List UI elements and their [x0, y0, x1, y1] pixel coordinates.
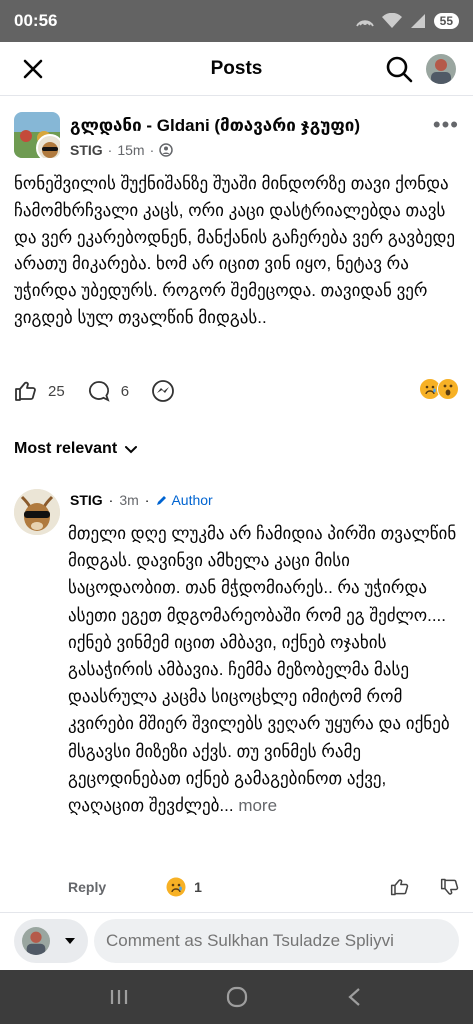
- wifi-icon: [381, 13, 402, 28]
- commenter-avatar[interactable]: [14, 489, 60, 535]
- group-privacy-icon: [159, 143, 173, 157]
- post-actions: 25 6: [14, 372, 459, 410]
- see-more-link[interactable]: more: [238, 796, 277, 815]
- comment-count: 6: [120, 382, 130, 400]
- comment-vote-buttons: [390, 877, 460, 897]
- author-badge: Author: [155, 492, 213, 508]
- back-icon[interactable]: [344, 986, 366, 1008]
- post-header: გლდანი - Gldani (მთავარი ჯგუფი) STIG · 1…: [14, 112, 459, 164]
- comment-reaction-summary[interactable]: 1: [166, 877, 202, 897]
- system-icons: 55: [355, 13, 459, 29]
- send-messenger-button[interactable]: [151, 379, 175, 403]
- post-author[interactable]: STIG: [70, 142, 103, 158]
- thumbs-down-icon[interactable]: [440, 877, 460, 897]
- post-time[interactable]: 15m: [117, 142, 144, 158]
- comment-reaction-count: 1: [194, 879, 202, 895]
- caret-down-icon: [65, 938, 75, 944]
- signal-icon: [410, 14, 425, 28]
- app-bar: Posts: [0, 42, 473, 96]
- account-switcher[interactable]: [14, 919, 88, 963]
- meta-separator: ·: [144, 492, 150, 508]
- more-options-icon[interactable]: •••: [433, 112, 459, 138]
- comment-author[interactable]: STIG: [70, 492, 103, 508]
- like-count: 25: [48, 382, 65, 400]
- thumbs-up-icon: [15, 381, 36, 401]
- composer-avatar: [22, 927, 50, 955]
- meta-separator: ·: [108, 492, 114, 508]
- comment-button[interactable]: 6: [87, 379, 129, 403]
- author-badge-label: Author: [171, 492, 213, 508]
- like-button[interactable]: 25: [14, 379, 65, 403]
- status-bar: 00:56 55: [0, 0, 473, 42]
- thumbs-up-icon[interactable]: [390, 877, 410, 897]
- post-meta: STIG · 15m ·: [70, 142, 173, 158]
- profile-avatar[interactable]: [426, 54, 456, 84]
- comment-header: STIG · 3m · Author: [70, 492, 213, 508]
- comment-bubble-icon: [88, 381, 110, 402]
- wow-reaction-icon: [437, 378, 459, 400]
- reaction-summary[interactable]: [419, 378, 459, 400]
- sort-label: Most relevant: [14, 440, 118, 457]
- chevron-down-icon: [125, 446, 138, 454]
- group-avatar[interactable]: [14, 112, 60, 158]
- comment-text: მთელი დღე ლუკმა არ ჩამიდია პირში თვალწინ…: [68, 524, 457, 816]
- sad-reaction-icon: [166, 877, 186, 897]
- meta-separator: ·: [149, 142, 155, 158]
- comment-composer: [0, 912, 473, 970]
- comment-sort-dropdown[interactable]: Most relevant: [14, 440, 139, 458]
- recent-apps-icon[interactable]: [108, 987, 130, 1007]
- comment-input[interactable]: [94, 919, 459, 963]
- search-icon[interactable]: [384, 54, 414, 84]
- pencil-icon: [157, 495, 167, 505]
- battery-badge: 55: [433, 13, 459, 29]
- home-icon[interactable]: [225, 985, 249, 1009]
- status-time: 00:56: [14, 11, 58, 30]
- close-icon[interactable]: [18, 54, 48, 84]
- reply-button[interactable]: Reply: [68, 879, 106, 895]
- group-name[interactable]: გლდანი - Gldani (მთავარი ჯგუფი): [70, 116, 360, 136]
- messenger-icon: [152, 380, 174, 402]
- hotspot-icon: [355, 20, 374, 27]
- comment-body: მთელი დღე ლუკმა არ ჩამიდია პირში თვალწინ…: [68, 520, 464, 819]
- comment-footer: Reply 1: [68, 874, 460, 900]
- system-nav-bar: [0, 970, 473, 1024]
- post-body: ნონეშვილის შუქნიშანზე შუაში მინდორზე თავ…: [14, 174, 456, 327]
- meta-separator: ·: [107, 142, 113, 158]
- comment-time: 3m: [119, 492, 139, 508]
- author-mini-avatar: [36, 134, 60, 158]
